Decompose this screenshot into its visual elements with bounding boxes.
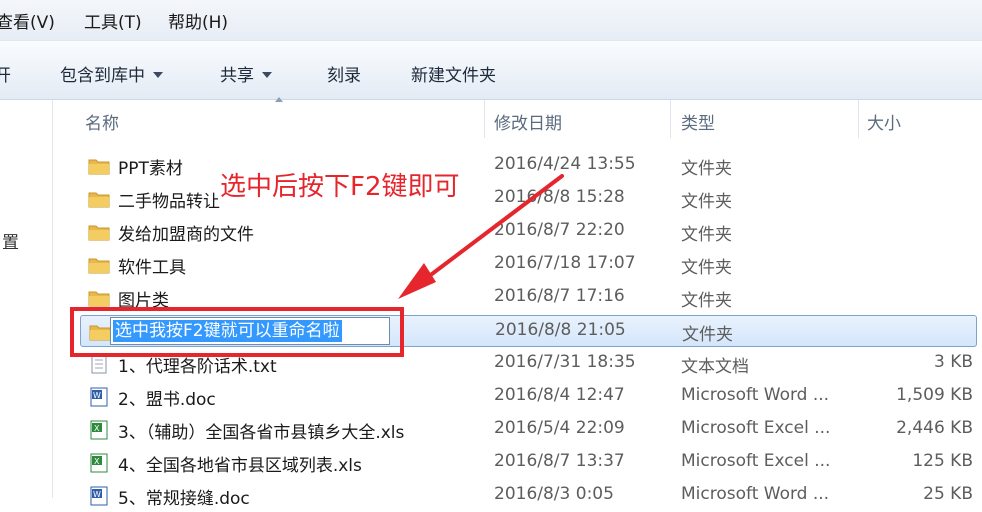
annotation-arrow <box>398 174 564 299</box>
arrow-head <box>398 263 436 299</box>
arrow-shaft <box>418 174 564 285</box>
